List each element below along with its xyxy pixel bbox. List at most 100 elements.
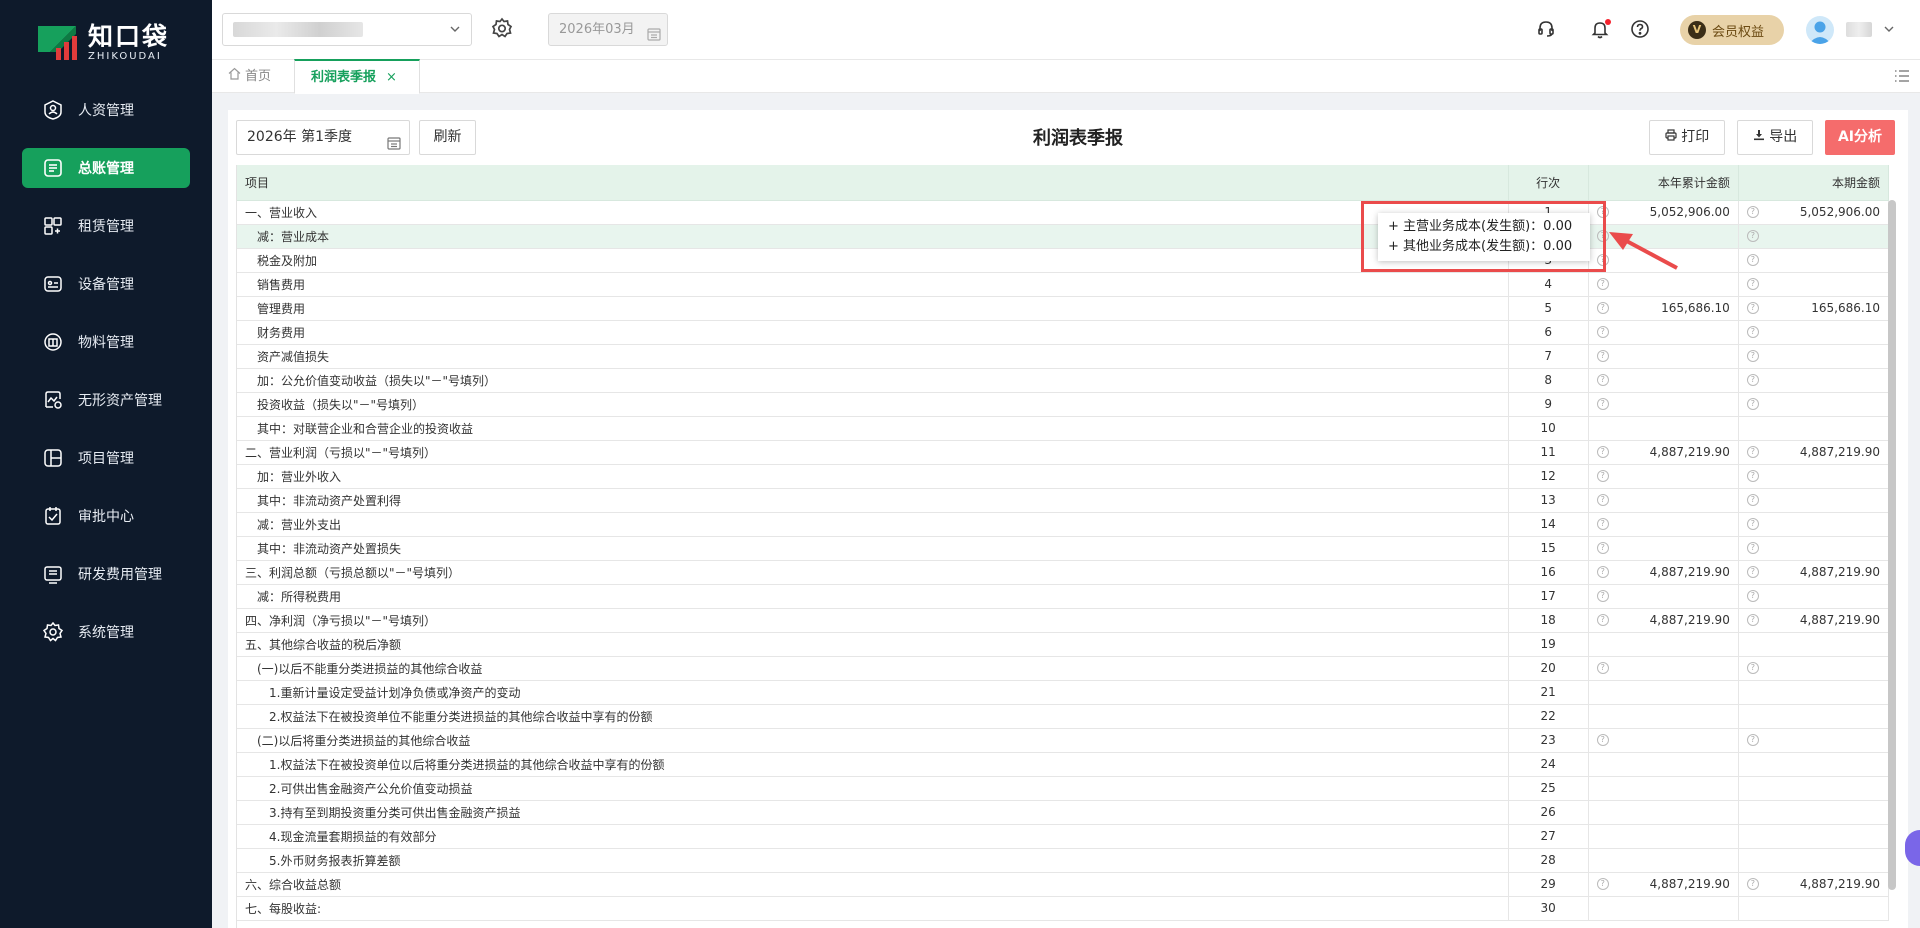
table-row[interactable]: 减：所得税费用 17??	[237, 584, 1890, 609]
cell-period-amount[interactable]: ?	[1738, 320, 1890, 345]
chevron-down-icon[interactable]	[1882, 22, 1896, 39]
headset-icon[interactable]	[1536, 19, 1558, 41]
sidebar-item-material[interactable]: 物料管理	[22, 322, 190, 362]
cell-ytd-amount[interactable]	[1588, 824, 1739, 849]
formula-help-icon[interactable]: ?	[1596, 877, 1609, 890]
formula-help-icon[interactable]: ?	[1596, 589, 1609, 602]
formula-help-icon[interactable]: ?	[1746, 517, 1759, 530]
formula-help-icon[interactable]: ?	[1746, 253, 1759, 266]
cell-ytd-amount[interactable]: ? 165,686.10	[1588, 296, 1739, 321]
cell-ytd-amount[interactable]: ?	[1588, 584, 1739, 609]
cell-period-amount[interactable]: ?	[1738, 512, 1890, 537]
cell-ytd-amount[interactable]	[1588, 896, 1739, 921]
formula-help-icon[interactable]: ?	[1746, 325, 1759, 338]
vip-benefits-button[interactable]: V 会员权益	[1680, 15, 1784, 45]
tab-profit-quarterly[interactable]: 利润表季报 ×	[294, 59, 420, 94]
cell-ytd-amount[interactable]: ? 4,887,219.90	[1588, 560, 1739, 585]
formula-help-icon[interactable]: ?	[1596, 277, 1609, 290]
cell-period-amount[interactable]: ?	[1738, 488, 1890, 513]
cell-period-amount[interactable]: ?	[1738, 584, 1890, 609]
print-button[interactable]: 打印	[1649, 120, 1725, 155]
formula-help-icon[interactable]: ?	[1596, 613, 1609, 626]
formula-help-icon[interactable]: ?	[1746, 661, 1759, 674]
table-row[interactable]: 其中：非流动资产处置利得 13??	[237, 488, 1890, 513]
table-row[interactable]: 六、综合收益总额 29? 4,887,219.90? 4,887,219.90	[237, 872, 1890, 897]
table-row[interactable]: 5.外币财务报表折算差额 28	[237, 848, 1890, 873]
formula-help-icon[interactable]: ?	[1746, 397, 1759, 410]
cell-period-amount[interactable]	[1738, 824, 1890, 849]
cell-period-amount[interactable]	[1738, 416, 1890, 441]
cell-ytd-amount[interactable]: ? 5,052,906.00	[1588, 200, 1739, 225]
cell-ytd-amount[interactable]	[1588, 752, 1739, 777]
formula-help-icon[interactable]: ?	[1746, 565, 1759, 578]
cell-ytd-amount[interactable]: ? 4,887,219.90	[1588, 872, 1739, 897]
table-row[interactable]: 1.权益法下在被投资单位以后将重分类进损益的其他综合收益中享有的份额 24	[237, 752, 1890, 777]
cell-ytd-amount[interactable]	[1588, 416, 1739, 441]
table-row[interactable]: 五、其他综合收益的税后净额 19	[237, 632, 1890, 657]
formula-help-icon[interactable]: ?	[1596, 373, 1609, 386]
table-row[interactable]: 管理费用 5? 165,686.10? 165,686.10	[237, 296, 1890, 321]
cell-period-amount[interactable]	[1738, 848, 1890, 873]
table-row[interactable]: 4.现金流量套期损益的有效部分 27	[237, 824, 1890, 849]
table-row[interactable]: (一)以后不能重分类进损益的其他综合收益 20??	[237, 656, 1890, 681]
scrollbar[interactable]	[1888, 200, 1896, 890]
formula-help-icon[interactable]: ?	[1746, 373, 1759, 386]
cell-period-amount[interactable]	[1738, 680, 1890, 705]
formula-help-icon[interactable]: ?	[1746, 733, 1759, 746]
cell-ytd-amount[interactable]: ?	[1588, 368, 1739, 393]
formula-help-icon[interactable]: ?	[1596, 469, 1609, 482]
sidebar-item-rd-expense[interactable]: 研发费用管理	[22, 554, 190, 594]
sidebar-item-system[interactable]: 系统管理	[22, 612, 190, 652]
cell-ytd-amount[interactable]	[1588, 848, 1739, 873]
table-row[interactable]: 加：营业外收入 12??	[237, 464, 1890, 489]
table-row[interactable]: 财务费用 6??	[237, 320, 1890, 345]
table-row[interactable]: 减：营业外支出 14??	[237, 512, 1890, 537]
table-row[interactable]: (二)以后将重分类进损益的其他综合收益 23??	[237, 728, 1890, 753]
formula-help-icon[interactable]: ?	[1596, 325, 1609, 338]
sidebar-item-device[interactable]: 设备管理	[22, 264, 190, 304]
refresh-button[interactable]: 刷新	[419, 120, 476, 155]
cell-period-amount[interactable]: ?	[1738, 536, 1890, 561]
cell-ytd-amount[interactable]: ?	[1588, 488, 1739, 513]
formula-help-icon[interactable]: ?	[1746, 493, 1759, 506]
cell-period-amount[interactable]: ?	[1738, 224, 1890, 249]
formula-help-icon[interactable]: ?	[1596, 349, 1609, 362]
cell-ytd-amount[interactable]	[1588, 704, 1739, 729]
cell-ytd-amount[interactable]: ?	[1588, 344, 1739, 369]
formula-help-icon[interactable]: ?	[1746, 877, 1759, 890]
cell-ytd-amount[interactable]: ?	[1588, 512, 1739, 537]
cell-period-amount[interactable]	[1738, 800, 1890, 825]
cell-period-amount[interactable]	[1738, 752, 1890, 777]
formula-help-icon[interactable]: ?	[1596, 541, 1609, 554]
quarter-picker[interactable]: 2026年 第1季度	[236, 120, 410, 155]
cell-period-amount[interactable]: ? 4,887,219.90	[1738, 560, 1890, 585]
formula-help-icon[interactable]: ?	[1746, 349, 1759, 362]
cell-period-amount[interactable]: ?	[1738, 656, 1890, 681]
cell-ytd-amount[interactable]: ?	[1588, 464, 1739, 489]
table-row[interactable]: 其中：对联营企业和合营企业的投资收益 10	[237, 416, 1890, 441]
cell-period-amount[interactable]	[1738, 776, 1890, 801]
formula-help-icon[interactable]: ?	[1596, 661, 1609, 674]
table-row[interactable]: 1.重新计量设定受益计划净负债或净资产的变动 21	[237, 680, 1890, 705]
cell-period-amount[interactable]: ?	[1738, 272, 1890, 297]
bell-icon[interactable]	[1590, 19, 1612, 41]
formula-help-icon[interactable]: ?	[1746, 277, 1759, 290]
month-picker[interactable]: 2026年03月	[548, 13, 668, 46]
cell-ytd-amount[interactable]: ?	[1588, 320, 1739, 345]
table-row[interactable]: 2.可供出售金融资产公允价值变动损益 25	[237, 776, 1890, 801]
table-row[interactable]: 销售费用 4??	[237, 272, 1890, 297]
sidebar-item-project[interactable]: 项目管理	[22, 438, 190, 478]
cell-period-amount[interactable]: ? 4,887,219.90	[1738, 440, 1890, 465]
cell-period-amount[interactable]: ?	[1738, 392, 1890, 417]
table-row[interactable]: 2.权益法下在被投资单位不能重分类进损益的其他综合收益中享有的份额 22	[237, 704, 1890, 729]
formula-help-icon[interactable]: ?	[1746, 229, 1759, 242]
cell-period-amount[interactable]: ?	[1738, 728, 1890, 753]
tab-home[interactable]: 首页	[228, 60, 271, 93]
list-menu-icon[interactable]	[1894, 69, 1910, 86]
help-icon[interactable]	[1630, 19, 1652, 41]
table-row[interactable]: 四、净利润（净亏损以"－"号填列） 18? 4,887,219.90? 4,887,2…	[237, 608, 1890, 633]
cell-period-amount[interactable]: ?	[1738, 344, 1890, 369]
cell-period-amount[interactable]: ?	[1738, 248, 1890, 273]
export-button[interactable]: 导出	[1737, 120, 1813, 155]
cell-period-amount[interactable]	[1738, 632, 1890, 657]
